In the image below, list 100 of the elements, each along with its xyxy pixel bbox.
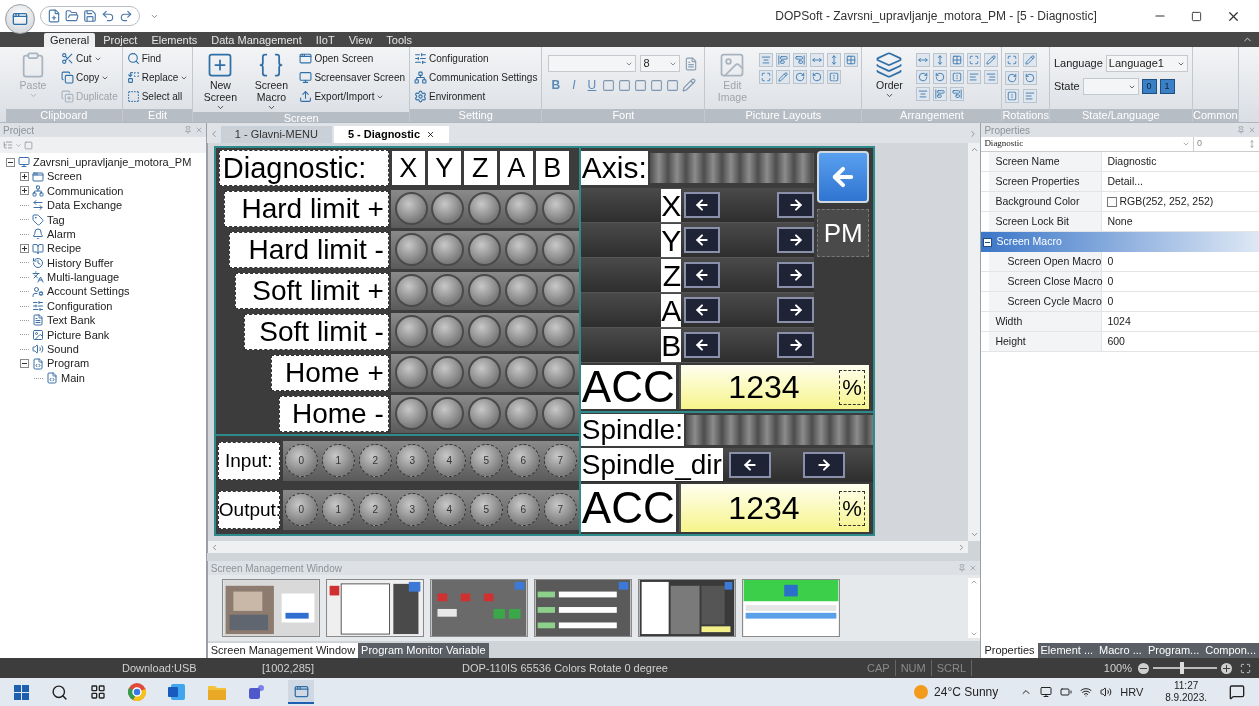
grid-icon[interactable] (844, 53, 859, 67)
back-button[interactable] (817, 151, 870, 203)
text-style-icon[interactable] (650, 78, 664, 92)
rotate-right-icon[interactable] (916, 70, 931, 84)
left-arrow-button[interactable] (728, 451, 771, 478)
property-value[interactable]: 0 (1107, 253, 1114, 270)
pm-button[interactable]: PM (817, 209, 870, 257)
browser-icon[interactable] (128, 683, 146, 701)
application-menu-button[interactable] (5, 4, 35, 34)
text-box-icon[interactable] (684, 56, 699, 71)
document-tab[interactable]: 5 - Diagnostic (333, 126, 450, 143)
frame-icon[interactable] (24, 140, 33, 150)
collapse-icon[interactable] (982, 237, 992, 247)
volume-icon[interactable] (1100, 686, 1113, 698)
ribbon-tab[interactable]: Elements (145, 33, 204, 47)
expand-icon[interactable] (20, 172, 29, 182)
tree-item[interactable]: Recipe (47, 240, 82, 257)
text-style-icon[interactable] (634, 78, 648, 92)
tree-item[interactable]: Screen (47, 168, 82, 185)
property-value[interactable]: 0 (1107, 273, 1114, 290)
document-app-icon[interactable] (168, 683, 186, 701)
flip-horizontal-icon[interactable] (1005, 89, 1020, 103)
index-field[interactable]: 0 (1193, 137, 1259, 151)
display-icon[interactable] (1040, 686, 1053, 698)
vertical-arrows-icon[interactable] (933, 53, 948, 67)
text-style-icon[interactable] (666, 78, 680, 92)
screensaver-screen-button[interactable]: Screensaver Screen (298, 68, 406, 87)
pin-icon[interactable] (958, 564, 967, 572)
font-size-field[interactable]: 8 (640, 55, 681, 72)
left-arrow-button[interactable] (684, 227, 721, 253)
flip-horizontal-icon[interactable] (950, 70, 965, 84)
panel-tab[interactable]: Compon... (1202, 643, 1259, 658)
wifi-icon[interactable] (1080, 686, 1093, 698)
ribbon-tab[interactable]: Tools (380, 33, 419, 47)
tree-item[interactable]: Data Exchange (47, 197, 123, 214)
acc-value-field[interactable]: 1234 % (678, 365, 869, 409)
ribbon-tab[interactable]: Data Management (205, 33, 308, 47)
redo-icon[interactable] (119, 9, 133, 23)
rotate-left-icon[interactable] (1023, 71, 1038, 85)
text-color-icon[interactable] (682, 78, 697, 92)
collapse-icon[interactable] (6, 157, 15, 167)
rotate-left-icon[interactable] (933, 70, 948, 84)
left-arrow-button[interactable] (684, 262, 721, 288)
left-arrow-button[interactable] (684, 192, 721, 218)
right-arrow-button[interactable] (777, 262, 814, 288)
language-field[interactable]: Language1 (1105, 55, 1188, 72)
property-value[interactable]: 0 (1107, 293, 1114, 310)
tree-item[interactable]: Configuration (47, 297, 113, 315)
tree-item[interactable]: History Buffer (47, 254, 114, 272)
pencil-icon[interactable] (776, 70, 791, 84)
tree-item[interactable]: Zavrsni_upravljanje_motora_PM (33, 153, 192, 171)
tree-item[interactable]: Communication (47, 182, 124, 200)
open-folder-icon[interactable] (65, 9, 79, 23)
horizontal-arrows-icon[interactable] (916, 53, 931, 67)
ribbon-tab[interactable]: General (44, 33, 96, 47)
rotate-right-icon[interactable] (1005, 71, 1020, 85)
align-left-icon[interactable] (1023, 89, 1038, 103)
tree-item[interactable]: Picture Bank (47, 326, 110, 344)
state-button[interactable]: 1 (1159, 79, 1175, 94)
align-bottom-icon[interactable] (793, 53, 808, 67)
right-arrow-button[interactable] (802, 451, 845, 478)
align-right-icon[interactable] (984, 70, 999, 84)
replace-button[interactable]: Replace (125, 68, 190, 87)
property-value[interactable]: Detail... (1107, 173, 1143, 190)
align-top-icon[interactable] (933, 87, 948, 101)
select-all-button[interactable]: Select all (125, 87, 190, 106)
right-arrow-button[interactable] (777, 332, 814, 358)
grid-icon[interactable] (950, 53, 965, 67)
ribbon-tab[interactable]: Project (97, 33, 144, 47)
acc-value-field[interactable]: 1234 % (678, 484, 869, 532)
tree-item[interactable]: Tag (47, 211, 65, 228)
tree-item[interactable]: Program (47, 355, 90, 372)
property-value[interactable]: 1024 (1107, 313, 1131, 330)
property-value[interactable]: None (1107, 213, 1133, 230)
folder-icon[interactable] (208, 684, 226, 700)
notifications-icon[interactable] (1229, 684, 1245, 700)
align-bottom-icon[interactable] (950, 87, 965, 101)
property-value[interactable]: RGB(252, 252, 252) (1119, 193, 1214, 210)
zoom-out-icon[interactable] (1138, 662, 1149, 674)
save-icon[interactable] (83, 9, 97, 23)
state-field[interactable] (1082, 78, 1139, 95)
align-top-icon[interactable] (776, 53, 791, 67)
fit-icon[interactable] (1240, 662, 1251, 674)
slider-thumb[interactable] (1180, 662, 1184, 674)
copy-button[interactable]: Copy (60, 68, 119, 87)
maximize-icon[interactable] (1005, 53, 1020, 67)
align-left-icon[interactable] (967, 70, 982, 84)
pin-icon[interactable] (1237, 126, 1245, 134)
export-import-button[interactable]: Export/Import (298, 87, 406, 106)
object-field[interactable]: Diagnostic (981, 137, 1193, 151)
document-tab[interactable]: 1 - Glavni-MENU (220, 126, 332, 143)
tree-item[interactable]: Account Settings (47, 283, 130, 300)
expand-icon[interactable] (20, 244, 29, 254)
tree-item[interactable]: Multi-language (47, 269, 120, 286)
open-screen-button[interactable]: Open Screen (298, 49, 406, 68)
panel-tab[interactable]: Element ... (1037, 643, 1097, 658)
horizontal-arrows-icon[interactable] (810, 53, 825, 67)
horizontal-scrollbar[interactable] (207, 541, 969, 553)
text-style-icon[interactable] (618, 78, 632, 92)
rotate-left-icon[interactable] (810, 70, 825, 84)
